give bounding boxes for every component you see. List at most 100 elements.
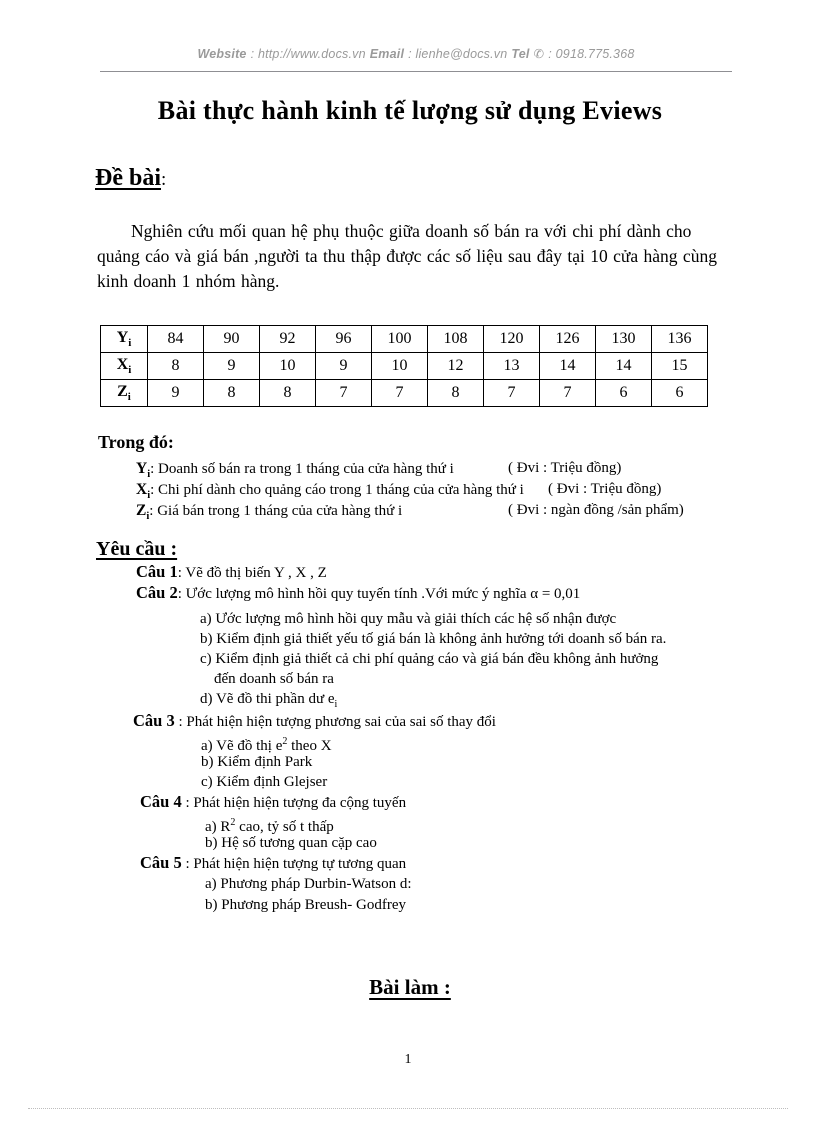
cell: 84 bbox=[147, 325, 204, 353]
table-row: Xi 8 9 10 9 10 12 13 14 14 15 bbox=[100, 352, 708, 380]
definition-text-z: Giá bán trong 1 tháng của cửa hàng thứ i bbox=[157, 503, 403, 519]
definition-sep-x: : bbox=[150, 482, 155, 498]
website-label: Website bbox=[197, 47, 247, 61]
de-bai-label: Đề bài bbox=[95, 165, 161, 191]
cau-2-text: Ước lượng mô hình hồi quy tuyến tính .Vớ… bbox=[185, 586, 581, 602]
cell: 7 bbox=[483, 379, 540, 407]
website-value: : http://www.docs.vn bbox=[250, 47, 366, 61]
tel-label: Tel bbox=[511, 47, 530, 61]
residual-subscript: i bbox=[334, 699, 338, 710]
requirement-cau-5: Câu 5 : Phát hiện hiện tượng tự tương qu… bbox=[140, 853, 406, 874]
page-title: Bài thực hành kinh tế lượng sử dụng Evie… bbox=[157, 96, 663, 125]
definition-text-x: Chi phí dành cho quảng cáo trong 1 tháng… bbox=[158, 482, 524, 498]
cell: 120 bbox=[483, 325, 540, 353]
document-page: Website: http://www.docs.vn Email: lienhe… bbox=[0, 0, 816, 1123]
cell: 100 bbox=[371, 325, 428, 353]
cau-1-sep: : bbox=[177, 565, 182, 581]
cau-4-text: Phát hiện hiện tượng đa cộng tuyến bbox=[193, 795, 407, 811]
cell: 126 bbox=[539, 325, 596, 353]
cell: 90 bbox=[203, 325, 260, 353]
email-label: Email bbox=[369, 47, 405, 61]
table-row: Zi 9 8 8 7 7 8 7 7 6 6 bbox=[100, 379, 708, 407]
cell: 7 bbox=[539, 379, 596, 407]
cau-1-text: Vẽ đồ thị biến Y , X , Z bbox=[185, 565, 327, 581]
data-table: Yi 84 90 92 96 100 108 120 126 130 136 X… bbox=[100, 325, 708, 407]
cell: 7 bbox=[371, 379, 428, 407]
cau-3-text: Phát hiện hiện tượng phương sai của sai … bbox=[186, 714, 496, 730]
cell: 6 bbox=[651, 379, 708, 407]
section-heading-de-bai: Đề bài: bbox=[95, 165, 166, 192]
row-header-x: Xi bbox=[100, 352, 148, 380]
footer-divider bbox=[28, 1108, 788, 1110]
cau-5-text: Phát hiện hiện tượng tự tương quan bbox=[193, 856, 407, 872]
cell: 14 bbox=[539, 352, 596, 380]
cau-5-sub-b: b) Phương pháp Breush- Godfrey bbox=[205, 897, 407, 913]
cau-3-sub-c: c) Kiểm định Glejser bbox=[201, 774, 328, 790]
tel-value: : 0918.775.368 bbox=[548, 47, 635, 61]
row-header-y: Yi bbox=[100, 325, 148, 353]
definition-text-y: Doanh số bán ra trong 1 tháng của cửa hà… bbox=[158, 461, 454, 477]
cau-4-label: Câu 4 bbox=[140, 792, 182, 811]
cau-2-sub-a: a) Ước lượng mô hình hồi quy mẫu và giải… bbox=[200, 611, 617, 627]
cell: 92 bbox=[259, 325, 316, 353]
cau-5-label: Câu 5 bbox=[140, 853, 182, 872]
cell: 8 bbox=[147, 352, 204, 380]
section-heading-trong-do: Trong đó: bbox=[98, 432, 174, 452]
cell: 7 bbox=[315, 379, 372, 407]
cell: 9 bbox=[203, 352, 260, 380]
cell: 130 bbox=[595, 325, 652, 353]
header-divider bbox=[100, 71, 732, 72]
cell: 12 bbox=[427, 352, 484, 380]
cau-5-sep: : bbox=[185, 856, 190, 872]
cau-4-sub-b: b) Hệ số tương quan cặp cao bbox=[205, 835, 377, 851]
requirement-cau-1: Câu 1: Vẽ đồ thị biến Y , X , Z bbox=[136, 562, 327, 583]
symbol-y: Yi bbox=[136, 460, 151, 481]
row-header-z: Zi bbox=[100, 379, 148, 407]
definition-row-z: Zi: Giá bán trong 1 tháng của cửa hàng t… bbox=[136, 500, 736, 523]
cau-3-label: Câu 3 bbox=[133, 711, 175, 730]
cau-4-sep: : bbox=[185, 795, 190, 811]
cell: 9 bbox=[147, 379, 204, 407]
cell: 96 bbox=[315, 325, 372, 353]
symbol-z: Zi bbox=[136, 502, 150, 523]
requirement-cau-3: Câu 3 : Phát hiện hiện tượng phương sai … bbox=[133, 711, 496, 732]
cell: 8 bbox=[259, 379, 316, 407]
cell: 108 bbox=[427, 325, 484, 353]
cau-2-sub-b: b) Kiểm định giả thiết yếu tố giá bán là… bbox=[200, 631, 667, 647]
cau-2-sub-c-cont: đến doanh số bán ra bbox=[214, 671, 334, 687]
cell: 13 bbox=[483, 352, 540, 380]
site-header: Website: http://www.docs.vn Email: lienhe… bbox=[100, 46, 732, 61]
requirement-cau-2: Câu 2: Ước lượng mô hình hồi quy tuyến t… bbox=[136, 583, 580, 604]
cau-2-label: Câu 2 bbox=[136, 583, 178, 602]
cell: 9 bbox=[315, 352, 372, 380]
intro-paragraph: Nghiên cứu mối quan hệ phụ thuộc giữa do… bbox=[97, 221, 717, 291]
email-value: : lienhe@docs.vn bbox=[408, 47, 508, 61]
definition-sep-z: : bbox=[149, 503, 154, 519]
cau-2-sub-d-text: d) Vẽ đồ thi phần dư e bbox=[200, 691, 335, 707]
definition-sep-y: : bbox=[150, 461, 155, 477]
cell: 15 bbox=[651, 352, 708, 380]
telephone-icon: ✆ bbox=[533, 47, 545, 61]
page-number: 1 bbox=[404, 1052, 412, 1067]
cell: 10 bbox=[259, 352, 316, 380]
definition-unit-x: ( Đvi : Triệu đồng) bbox=[548, 481, 662, 497]
definition-unit-z: ( Đvi : ngàn đồng /sản phẩm) bbox=[508, 502, 684, 518]
cau-2-sub-c: c) Kiểm định giả thiết cả chi phí quảng … bbox=[200, 651, 659, 667]
definition-row-y: Yi: Doanh số bán ra trong 1 tháng của cử… bbox=[136, 458, 736, 481]
section-heading-bai-lam: Bài làm : bbox=[60, 975, 760, 1000]
cell: 8 bbox=[427, 379, 484, 407]
definition-row-x: Xi: Chi phí dành cho quảng cáo trong 1 t… bbox=[136, 479, 736, 501]
cau-5-sub-a: a) Phương pháp Durbin-Watson d: bbox=[205, 876, 412, 892]
cell: 14 bbox=[595, 352, 652, 380]
de-bai-colon: : bbox=[161, 169, 167, 190]
definition-unit-y: ( Đvi : Triệu đồng) bbox=[508, 460, 622, 476]
table-row: Yi 84 90 92 96 100 108 120 126 130 136 bbox=[100, 325, 708, 353]
cau-3-sep: : bbox=[178, 714, 183, 730]
variable-definitions: Yi: Doanh số bán ra trong 1 tháng của cử… bbox=[136, 458, 736, 523]
requirement-cau-4: Câu 4 : Phát hiện hiện tượng đa cộng tuy… bbox=[140, 792, 406, 813]
cell: 10 bbox=[371, 352, 428, 380]
cau-2-sep: : bbox=[177, 586, 182, 602]
cell: 136 bbox=[651, 325, 708, 353]
cell: 8 bbox=[203, 379, 260, 407]
cell: 6 bbox=[595, 379, 652, 407]
